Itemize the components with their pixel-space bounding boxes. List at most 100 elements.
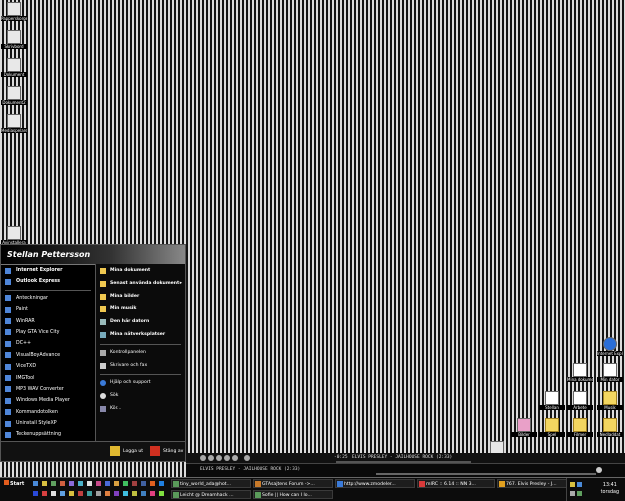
quicklaunch-icon[interactable] [132,481,137,486]
quicklaunch-icon[interactable] [123,491,128,496]
volume-icon[interactable] [570,491,575,496]
menu-item-program[interactable]: IMGTool [1,373,95,384]
quicklaunch-icon[interactable] [69,481,74,486]
close-icon[interactable] [596,467,602,473]
taskbar-button[interactable]: GTAsajtens Forum ->... [253,479,333,488]
menu-item-program[interactable]: Paint [1,304,95,315]
menu-item-control-panel[interactable]: Kontrollpanelen [96,347,185,360]
tray-icon[interactable] [570,482,575,487]
menu-item-program[interactable]: MP3 WAV Converter [1,384,95,395]
menu-item-program[interactable]: Kommandotolken [1,407,95,418]
previous-icon[interactable] [200,455,206,461]
menu-item-program[interactable]: DC++ [1,338,95,349]
menu-item-run[interactable]: Kör... [96,403,185,416]
quicklaunch-icon[interactable] [114,491,119,496]
start-button[interactable]: Start [2,480,32,489]
system-tray: 13:41 torsdag [566,478,625,501]
quicklaunch-icon[interactable] [60,481,65,486]
quicklaunch-icon[interactable] [96,491,101,496]
quicklaunch-icon[interactable] [42,481,47,486]
taskbar-button[interactable]: Sofie || How can I lo... [253,490,333,499]
eject-icon[interactable] [244,455,250,461]
menu-item-program[interactable]: Windows Media Player [1,395,95,406]
search-icon [100,393,106,400]
menu-item-program[interactable]: VisualBoyAdvance [1,350,95,361]
quicklaunch-icon[interactable] [87,481,92,486]
quicklaunch-icon[interactable] [96,481,101,486]
play-icon[interactable] [208,455,214,461]
menu-item-internet-explorer[interactable]: Internet Explorer [1,265,95,276]
logoff-button[interactable]: Logga ut [110,446,143,457]
desktop-icon[interactable]: Internet Explorer [597,337,623,356]
menu-item-program[interactable]: WinRAR [1,316,95,327]
desktop-icon[interactable]: Mediaspelare [1,114,27,133]
stop-icon[interactable] [224,455,230,461]
menu-item-program[interactable]: Play GTA Vice City [1,327,95,338]
menu-item-network-places[interactable]: Mina nätverksplatser [96,329,185,342]
folder-icon [603,418,617,432]
quicklaunch-icon[interactable] [132,491,137,496]
menu-item-program[interactable]: Uninstall StyleXP [1,418,95,429]
tray-icon[interactable] [577,482,582,487]
clock[interactable]: 13:41 torsdag [601,482,619,496]
menu-item-my-computer[interactable]: Den här datorn [96,316,185,329]
quicklaunch-icon[interactable] [78,491,83,496]
quicklaunch-icon[interactable] [60,491,65,496]
taskbar-button[interactable]: tiny_world_ada@hot... [171,479,251,488]
quicklaunch-icon[interactable] [87,491,92,496]
desktop-icon[interactable]: Skrivbord [1,30,27,49]
menu-item-help[interactable]: Hjälp och support [96,377,185,390]
taskbar-button[interactable]: 767. Elvis Presley - J... [497,479,567,488]
menu-item-search[interactable]: Sök [96,390,185,403]
volume-bar[interactable] [376,473,596,475]
quicklaunch-icon[interactable] [114,481,119,486]
next-icon[interactable] [232,455,238,461]
quicklaunch-icon[interactable] [150,481,155,486]
pause-icon[interactable] [216,455,222,461]
menu-item-recent-documents[interactable]: Senast använda dokument ▸ [96,278,185,291]
quicklaunch-icon[interactable] [78,481,83,486]
command-prompt-icon [5,409,11,416]
menu-item-program[interactable]: Anteckningar [1,293,95,304]
quicklaunch-icon[interactable] [150,491,155,496]
quicklaunch-icon[interactable] [105,481,110,486]
quicklaunch-icon[interactable] [51,481,56,486]
desktop-icon[interactable]: Min dator [597,363,623,382]
taskbar-button[interactable]: http://www.zmodeler... [335,479,415,488]
quicklaunch-icon[interactable] [33,481,38,486]
desktop-icon[interactable]: Musik [597,391,623,410]
desktop-icon[interactable]: Dokument2 [1,86,27,105]
desktop-icon[interactable]: Filmer [567,418,593,437]
quicklaunch-icon[interactable] [69,491,74,496]
quicklaunch-icon[interactable] [42,491,47,496]
desktop-icon[interactable]: Mina dokument [567,363,593,382]
taskbar-button[interactable]: mIRC :: 6.14 :: NN 3... [417,479,495,488]
quicklaunch-icon[interactable] [33,491,38,496]
quicklaunch-icon[interactable] [159,481,164,486]
menu-item-program[interactable]: Teckenuppsättning [1,429,95,440]
desktop-icon[interactable]: Spel [539,418,565,437]
taskbar-button[interactable]: Leicht @ Dreamhack ... [171,490,251,499]
shutdown-button[interactable]: Stäng av [150,446,183,457]
desktop-icon[interactable]: Stellan [539,391,565,410]
menu-item-my-music[interactable]: Min musik [96,303,185,316]
quicklaunch-icon[interactable] [51,491,56,496]
menu-item-my-documents[interactable]: Mina dokument [96,265,185,278]
desktop-icon[interactable]: Papperskorgen [1,2,27,21]
menu-item-outlook-express[interactable]: Outlook Express [1,276,95,287]
menu-item-program[interactable]: ViceTXD [1,361,95,372]
desktop-icon[interactable]: Nedladdat [597,418,623,437]
key-icon [110,446,120,456]
quicklaunch-icon[interactable] [105,491,110,496]
desktop-icon[interactable]: Bilder [511,418,537,437]
network-icon[interactable] [577,491,582,496]
menu-item-my-pictures[interactable]: Mina bilder [96,291,185,304]
menu-item-printers[interactable]: Skrivare och fax [96,360,185,373]
quicklaunch-icon[interactable] [123,481,128,486]
desktop-icon[interactable]: Arbete [567,391,593,410]
quicklaunch-icon[interactable] [141,491,146,496]
desktop-icon[interactable]: Avinstallera [1,226,27,245]
quicklaunch-icon[interactable] [159,491,164,496]
quicklaunch-icon[interactable] [141,481,146,486]
desktop-icon[interactable]: Dokument [1,58,27,77]
